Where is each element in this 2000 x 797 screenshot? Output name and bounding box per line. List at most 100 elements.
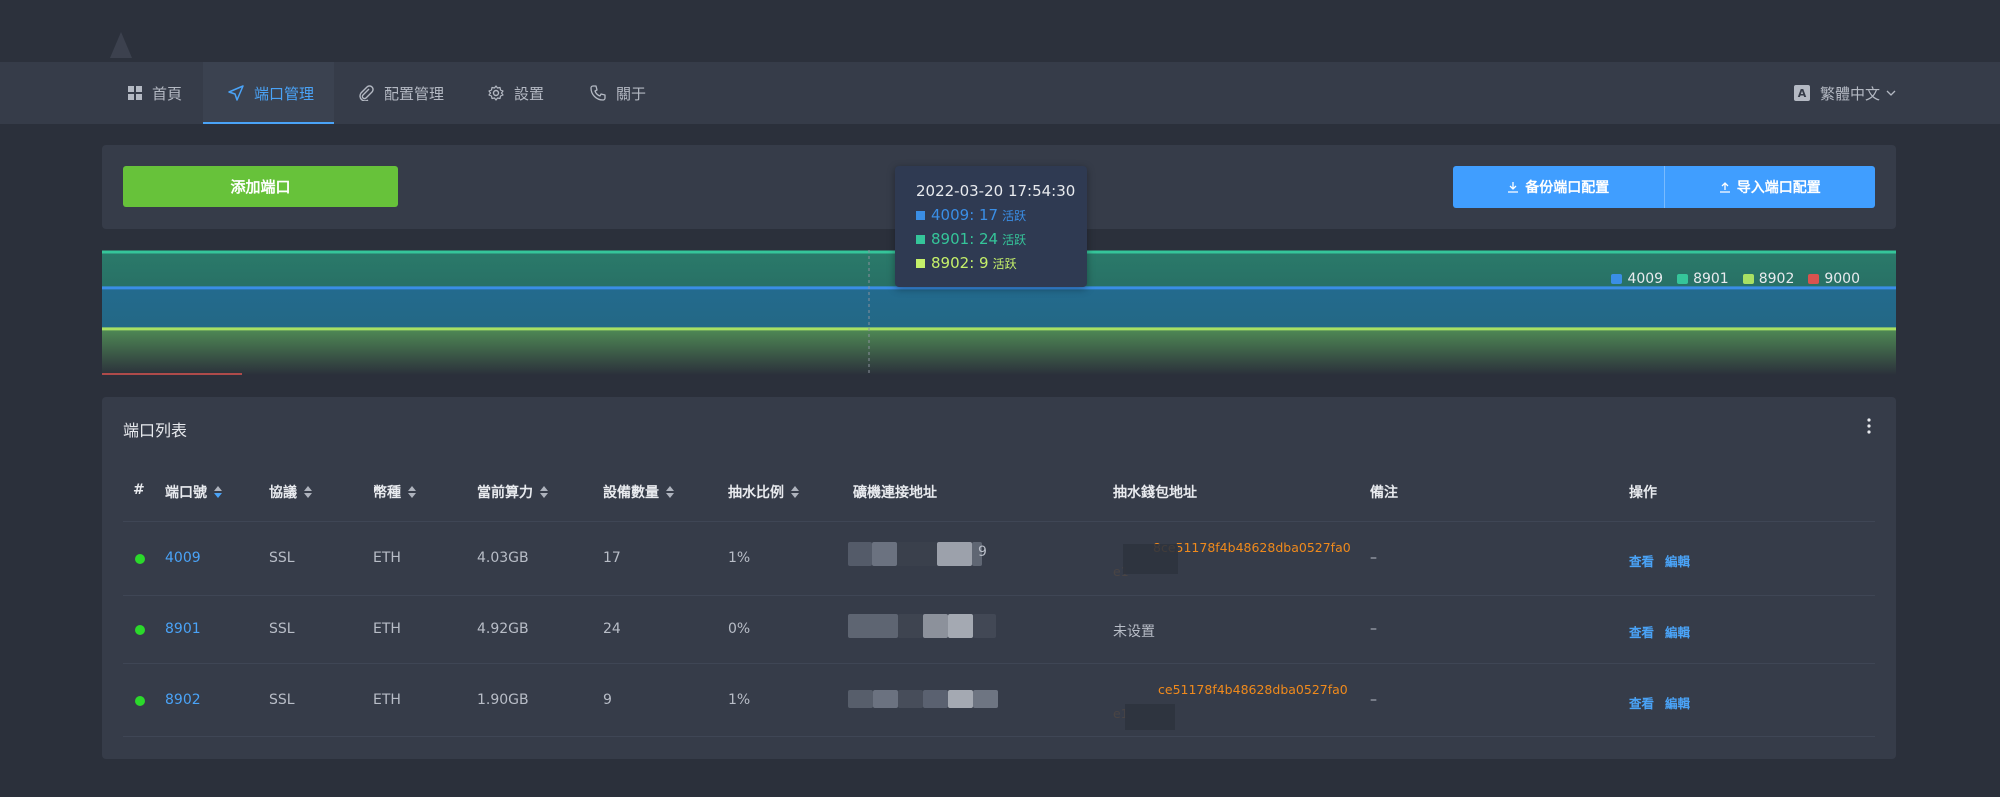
- nav-config-management[interactable]: 配置管理: [358, 62, 444, 124]
- paperclip-icon: [359, 85, 374, 101]
- view-button[interactable]: 查看: [1629, 696, 1654, 711]
- th-note-label: 備注: [1370, 485, 1398, 501]
- language-label: 繁體中文: [1819, 84, 1880, 103]
- legend-item-4009[interactable]: 4009: [1611, 271, 1663, 287]
- devices-cell: 17: [603, 550, 621, 566]
- legend-label: 8902: [1758, 271, 1795, 287]
- chart-legend: 4009 8901 8902 9000: [1611, 271, 1860, 287]
- port-link[interactable]: 4009: [165, 550, 201, 566]
- download-icon: [1508, 182, 1519, 193]
- note-cell: –: [1370, 692, 1377, 708]
- top-header: [0, 0, 2000, 62]
- th-actions-label: 操作: [1629, 485, 1657, 501]
- th-hashrate[interactable]: 當前算力: [477, 482, 548, 502]
- note-cell: –: [1370, 621, 1377, 637]
- port-link[interactable]: 8901: [165, 621, 201, 637]
- sort-icon: [666, 486, 674, 498]
- actions-cell: 查看 編輯: [1629, 551, 1701, 570]
- tooltip-unit: 活跃: [992, 256, 1017, 271]
- hashrate-cell: 4.03GB: [477, 550, 529, 566]
- tooltip-time: 2022-03-20 17:54:30: [916, 182, 1076, 200]
- protocol-cell: SSL: [269, 550, 295, 566]
- sort-icon: [304, 486, 312, 498]
- miner-address-tail: 9: [978, 544, 987, 560]
- logo-icon: [110, 32, 132, 58]
- tooltip-row-8901: 8901: 24 活跃: [916, 230, 1087, 248]
- view-button[interactable]: 查看: [1629, 554, 1654, 569]
- th-fee-label: 抽水比例: [728, 485, 784, 501]
- fee-cell: 1%: [728, 550, 751, 566]
- status-dot: [135, 554, 145, 564]
- nav-settings-label: 設置: [514, 84, 545, 103]
- sort-icon: [214, 486, 222, 498]
- main-nav: 首頁 端口管理 配置管理 設置 關于 A 繁體中文: [0, 62, 2000, 124]
- backup-config-button[interactable]: 备份端口配置: [1453, 166, 1665, 208]
- nav-port-management[interactable]: 端口管理: [203, 62, 334, 124]
- legend-item-8901[interactable]: 8901: [1677, 271, 1729, 287]
- edit-button[interactable]: 編輯: [1665, 625, 1690, 640]
- th-miner-address-label: 礦機連接地址: [853, 485, 937, 501]
- th-port[interactable]: 端口號: [165, 482, 222, 502]
- legend-swatch: [1742, 274, 1754, 284]
- gear-icon: [488, 85, 504, 101]
- view-button[interactable]: 查看: [1629, 625, 1654, 640]
- port-link[interactable]: 8902: [165, 692, 201, 708]
- config-button-group: 备份端口配置 导入端口配置: [1453, 166, 1875, 208]
- more-vertical-icon[interactable]: [1867, 418, 1871, 434]
- fee-cell: 0%: [728, 621, 751, 637]
- import-config-button[interactable]: 导入端口配置: [1664, 166, 1875, 208]
- status-dot: [135, 696, 145, 706]
- th-note: 備注: [1370, 482, 1398, 502]
- status-dot: [135, 625, 145, 635]
- edit-button[interactable]: 編輯: [1665, 554, 1690, 569]
- sort-icon: [408, 486, 416, 498]
- legend-item-8902[interactable]: 8902: [1742, 271, 1795, 287]
- tooltip-swatch: [916, 258, 925, 268]
- grid-icon: [128, 86, 142, 100]
- send-icon: [228, 85, 244, 101]
- chevron-down-icon: [1886, 90, 1896, 96]
- actions-cell: 查看 編輯: [1629, 693, 1701, 712]
- active-tab-indicator: [203, 122, 334, 124]
- coin-cell: ETH: [373, 692, 401, 708]
- th-devices-label: 設備數量: [603, 485, 659, 501]
- coin-cell: ETH: [373, 621, 401, 637]
- nav-about[interactable]: 關于: [590, 62, 646, 124]
- tooltip-unit: 活跃: [1002, 208, 1027, 223]
- legend-swatch: [1677, 274, 1689, 284]
- tooltip-row-8902: 8902: 9 活跃: [916, 254, 1087, 272]
- add-port-button[interactable]: 添加端口: [123, 166, 398, 207]
- devices-cell: 24: [603, 621, 621, 637]
- tooltip-swatch: [916, 234, 925, 244]
- th-coin[interactable]: 幣種: [373, 482, 416, 502]
- tooltip-port: 8901: [931, 230, 970, 248]
- backup-config-label: 备份端口配置: [1525, 180, 1610, 196]
- nav-port-management-label: 端口管理: [254, 84, 315, 103]
- tooltip-value: 17: [979, 206, 999, 224]
- tooltip-row-4009: 4009: 17 活跃: [916, 206, 1087, 224]
- language-selector[interactable]: A 繁體中文: [1793, 62, 1896, 124]
- nav-settings[interactable]: 設置: [488, 62, 544, 124]
- th-devices[interactable]: 設備數量: [603, 482, 674, 502]
- th-port-label: 端口號: [165, 485, 207, 501]
- legend-label: 8901: [1693, 271, 1729, 287]
- th-protocol-label: 協議: [269, 485, 297, 501]
- tooltip-swatch: [916, 210, 925, 220]
- th-miner-address: 礦機連接地址: [853, 482, 937, 502]
- coin-cell: ETH: [373, 550, 401, 566]
- devices-cell: 9: [603, 692, 612, 708]
- miner-address-redacted: [848, 614, 998, 640]
- legend-item-9000[interactable]: 9000: [1808, 271, 1860, 287]
- th-protocol[interactable]: 協議: [269, 482, 312, 502]
- actions-cell: 查看 編輯: [1629, 622, 1701, 641]
- translate-icon: A: [1793, 85, 1810, 101]
- sort-icon: [540, 486, 548, 498]
- hashrate-cell: 1.90GB: [477, 692, 529, 708]
- fee-cell: 1%: [728, 692, 751, 708]
- th-actions: 操作: [1629, 482, 1657, 502]
- nav-home[interactable]: 首頁: [128, 62, 182, 124]
- nav-config-label: 配置管理: [384, 84, 445, 103]
- edit-button[interactable]: 編輯: [1665, 696, 1690, 711]
- wallet-address: 8ce51178f4b48628dba0527fa0 e1: [1113, 536, 1351, 588]
- th-fee[interactable]: 抽水比例: [728, 482, 799, 502]
